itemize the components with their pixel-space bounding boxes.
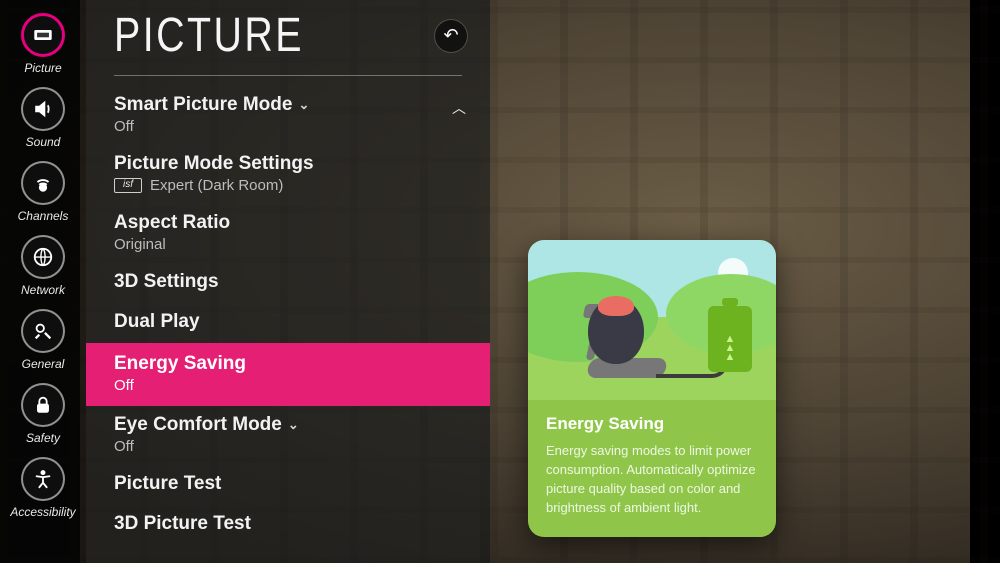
panel-header: PICTURE ↶: [86, 0, 490, 69]
help-tooltip-card: ▲▲▲ Energy Saving Energy saving modes to…: [528, 240, 776, 537]
tooltip-illustration: ▲▲▲: [528, 240, 776, 400]
sound-icon: [32, 98, 54, 120]
safety-icon: [32, 394, 54, 416]
settings-menu: Smart Picture Mode ⌄ Off ︿ Picture Mode …: [86, 86, 490, 545]
network-icon: [32, 246, 54, 268]
sidebar-item-label: Sound: [26, 135, 61, 149]
sidebar-item-label: Accessibility: [10, 505, 75, 519]
sidebar-item-general[interactable]: General: [21, 306, 65, 374]
sidebar-item-label: Picture: [24, 61, 61, 75]
chevron-down-icon: ⌄: [288, 417, 299, 433]
sidebar-item-accessibility[interactable]: Accessibility: [10, 454, 75, 522]
menu-item-picture-test[interactable]: Picture Test: [86, 465, 490, 505]
scroll-up-icon[interactable]: ︿: [452, 98, 466, 118]
menu-item-title: 3D Settings: [114, 271, 462, 293]
picture-icon: [32, 24, 54, 46]
menu-item-title: Energy Saving: [114, 353, 462, 375]
back-button[interactable]: ↶: [434, 19, 468, 53]
tooltip-title: Energy Saving: [546, 414, 758, 434]
channels-icon: [32, 172, 54, 194]
settings-sidebar: Picture Sound Channels Network General S…: [0, 0, 86, 563]
menu-item-smart-picture-mode[interactable]: Smart Picture Mode ⌄ Off ︿: [86, 86, 490, 145]
sidebar-item-label: Channels: [18, 209, 69, 223]
menu-item-dual-play[interactable]: Dual Play: [86, 303, 490, 343]
sidebar-item-channels[interactable]: Channels: [18, 158, 69, 226]
accessibility-icon: [32, 468, 54, 490]
chevron-down-icon: ⌄: [298, 97, 309, 113]
menu-item-aspect-ratio[interactable]: Aspect Ratio Original: [86, 204, 490, 263]
menu-item-value: Off: [114, 118, 462, 135]
menu-item-value: Off: [114, 377, 462, 394]
menu-item-value: Off: [114, 438, 462, 455]
menu-item-title: Dual Play: [114, 311, 462, 333]
menu-item-picture-mode-settings[interactable]: Picture Mode Settings isf Expert (Dark R…: [86, 145, 490, 204]
general-icon: [32, 320, 54, 342]
menu-item-title: Eye Comfort Mode: [114, 414, 282, 436]
sidebar-item-network[interactable]: Network: [21, 232, 65, 300]
menu-item-3d-settings[interactable]: 3D Settings: [86, 263, 490, 303]
settings-panel: PICTURE ↶ Smart Picture Mode ⌄ Off ︿ Pic…: [86, 0, 490, 563]
menu-item-title: Aspect Ratio: [114, 212, 462, 234]
menu-item-value: Expert (Dark Room): [150, 177, 283, 194]
menu-item-value: Original: [114, 236, 462, 253]
tooltip-body: Energy saving modes to limit power consu…: [546, 442, 758, 517]
back-icon: ↶: [443, 25, 458, 46]
menu-item-title: Picture Mode Settings: [114, 153, 462, 175]
sidebar-item-safety[interactable]: Safety: [21, 380, 65, 448]
sidebar-item-label: Safety: [26, 431, 60, 445]
menu-item-3d-picture-test[interactable]: 3D Picture Test: [86, 505, 490, 545]
sidebar-item-picture[interactable]: Picture: [21, 10, 65, 78]
menu-item-eye-comfort-mode[interactable]: Eye Comfort Mode ⌄ Off: [86, 406, 490, 465]
divider: [114, 75, 462, 76]
tooltip-text: Energy Saving Energy saving modes to lim…: [528, 400, 776, 537]
isf-badge-icon: isf: [114, 178, 142, 193]
sidebar-item-sound[interactable]: Sound: [21, 84, 65, 152]
menu-item-title: Smart Picture Mode: [114, 94, 292, 116]
menu-item-title: Picture Test: [114, 473, 462, 495]
menu-item-energy-saving[interactable]: Energy Saving Off: [86, 343, 490, 406]
sidebar-item-label: Network: [21, 283, 65, 297]
menu-item-title: 3D Picture Test: [114, 513, 462, 535]
sidebar-item-label: General: [22, 357, 65, 371]
page-title: PICTURE: [114, 8, 304, 63]
